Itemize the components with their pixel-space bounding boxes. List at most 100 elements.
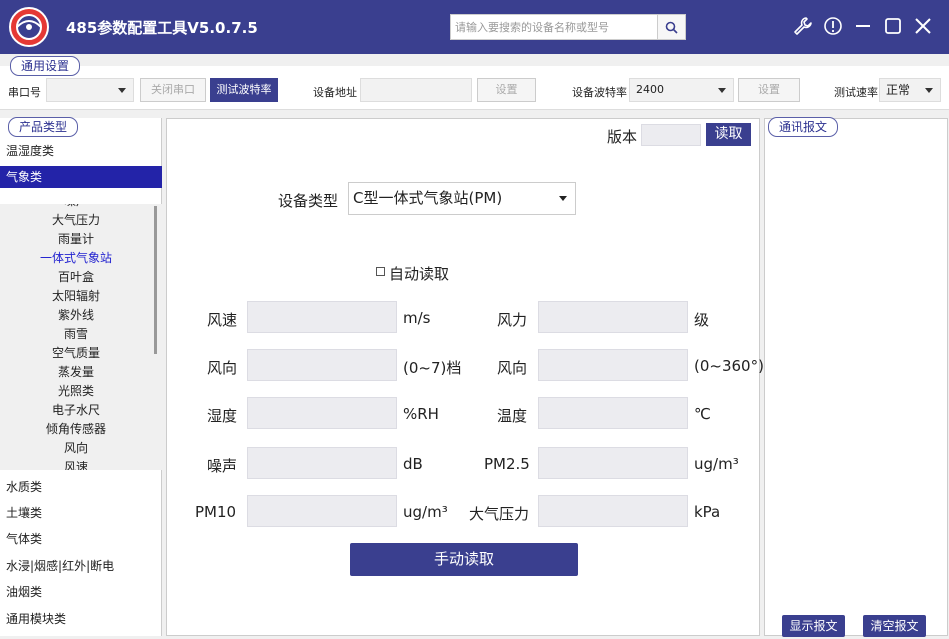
category-item[interactable]: 通用模块类 (0, 608, 162, 630)
device-type-select[interactable]: C型一体式气象站(PM) (348, 182, 576, 215)
read-version-button[interactable]: 读取 (706, 123, 751, 146)
unit-label: m/s (403, 309, 431, 327)
subcategory-item[interactable]: 噪声 (0, 204, 152, 211)
category-item[interactable]: 气体类 (0, 528, 162, 550)
tools-button[interactable] (791, 14, 815, 38)
subcategory-item[interactable]: 倾角传感器 (0, 420, 152, 439)
unit-label: 级 (694, 311, 710, 329)
subcategory-item[interactable]: 雨雪 (0, 325, 152, 344)
manual-read-button[interactable]: 手动读取 (350, 543, 578, 576)
field-label: 温度 (497, 407, 528, 425)
chevron-down-icon (559, 196, 567, 201)
baud-value: 2400 (636, 83, 664, 96)
close-icon (915, 18, 931, 34)
wrench-icon (794, 17, 812, 35)
search-input[interactable] (451, 15, 657, 39)
atmospheric-pressure-field (538, 495, 688, 527)
subcategory-item[interactable]: 空气质量 (0, 344, 152, 363)
subcategory-item[interactable]: 紫外线 (0, 306, 152, 325)
device-address-input[interactable] (360, 78, 472, 102)
unit-label: ℃ (694, 405, 711, 423)
category-item-selected[interactable]: 气象类 (0, 166, 162, 188)
unit-label: ug/m³ (403, 503, 448, 521)
app-title: 485参数配置工具V5.0.7.5 (66, 19, 258, 37)
search-box (450, 14, 686, 40)
wind-direction-gear-field (247, 349, 397, 381)
subcategory-item[interactable]: 雨量计 (0, 230, 152, 249)
speed-select[interactable]: 正常 (879, 78, 941, 102)
field-label: 噪声 (207, 457, 238, 475)
close-port-button[interactable]: 关闭串口 (140, 78, 206, 102)
device-type-label: 设备类型 (278, 192, 339, 210)
baud-select[interactable]: 2400 (629, 78, 734, 102)
subcategory-item[interactable]: 电子水尺 (0, 401, 152, 420)
minimize-button[interactable] (851, 14, 875, 38)
product-type-legend: 产品类型 (8, 117, 79, 137)
subcategory-item[interactable]: 蒸发量 (0, 363, 152, 382)
comm-log-area[interactable] (765, 145, 947, 613)
subcategory-item[interactable]: 百叶盒 (0, 268, 152, 287)
search-icon (665, 21, 678, 34)
auto-read-checkbox[interactable] (376, 267, 385, 276)
subcategory-scrollbar[interactable] (154, 206, 157, 354)
comm-log-legend: 通讯报文 (768, 117, 839, 137)
subcategory-item[interactable]: 风速 (0, 458, 152, 470)
version-field (641, 124, 701, 146)
about-button[interactable] (821, 14, 845, 38)
unit-label: ug/m³ (694, 455, 739, 473)
speed-label: 测试速率 (834, 86, 878, 99)
maximize-button[interactable] (881, 14, 905, 38)
category-item[interactable]: 土壤类 (0, 502, 162, 524)
unit-label: %RH (403, 405, 439, 423)
unit-label: kPa (694, 503, 721, 521)
title-bar: 485参数配置工具V5.0.7.5 (0, 0, 949, 54)
port-select[interactable] (46, 78, 134, 102)
test-baud-button[interactable]: 测试波特率 (210, 78, 278, 102)
chevron-down-icon (925, 88, 933, 93)
field-label: PM2.5 (484, 455, 530, 473)
clear-log-button[interactable]: 清空报文 (863, 615, 926, 637)
unit-label: (0~360°) (694, 357, 764, 375)
subcategory-item[interactable]: 太阳辐射 (0, 287, 152, 306)
unit-label: (0~7)档 (403, 359, 462, 377)
app-logo-icon (9, 7, 49, 47)
device-type-value: C型一体式气象站(PM) (353, 189, 503, 207)
device-address-label: 设备地址 (313, 86, 357, 99)
version-label: 版本 (607, 128, 638, 146)
subcategory-item[interactable]: 大气压力 (0, 211, 152, 230)
product-type-panel: 温湿度类 气象类 噪声 大气压力 雨量计 一体式气象站 百叶盒 太阳辐射 紫外线… (0, 118, 162, 636)
device-panel: 版本 读取 设备类型 C型一体式气象站(PM) 自动读取 风速 m/s 风力 级… (166, 118, 764, 636)
field-label: 湿度 (207, 407, 238, 425)
general-settings-legend: 通用设置 (10, 56, 81, 76)
wind-speed-field (247, 301, 397, 333)
field-label: 风向 (207, 359, 238, 377)
humidity-field (247, 397, 397, 429)
set-address-button[interactable]: 设置 (477, 78, 536, 102)
info-icon (824, 17, 842, 35)
subcategory-item[interactable]: 风向 (0, 439, 152, 458)
set-baud-button[interactable]: 设置 (738, 78, 800, 102)
category-item[interactable]: 水浸|烟感|红外|断电 (0, 555, 162, 577)
auto-read-label: 自动读取 (389, 265, 450, 283)
wind-force-field (538, 301, 688, 333)
field-label: 风向 (497, 359, 528, 377)
search-button[interactable] (657, 15, 685, 39)
show-log-button[interactable]: 显示报文 (782, 615, 845, 637)
subcategory-item-active[interactable]: 一体式气象站 (0, 249, 152, 268)
pm10-field (247, 495, 397, 527)
field-label: 风力 (497, 311, 528, 329)
category-item[interactable]: 水质类 (0, 476, 162, 498)
pm25-field (538, 447, 688, 479)
unit-label: dB (403, 455, 423, 473)
subcategory-item[interactable]: 光照类 (0, 382, 152, 401)
chevron-down-icon (118, 88, 126, 93)
category-item[interactable]: 温湿度类 (0, 140, 162, 162)
minimize-icon (856, 25, 870, 27)
category-item[interactable]: 油烟类 (0, 581, 162, 603)
noise-field (247, 447, 397, 479)
field-label: 大气压力 (469, 505, 530, 523)
comm-log-panel: 显示报文 清空报文 (764, 118, 948, 637)
field-label: 风速 (207, 311, 238, 329)
close-button[interactable] (911, 14, 935, 38)
subcategory-list: 噪声 大气压力 雨量计 一体式气象站 百叶盒 太阳辐射 紫外线 雨雪 空气质量 … (0, 204, 162, 470)
